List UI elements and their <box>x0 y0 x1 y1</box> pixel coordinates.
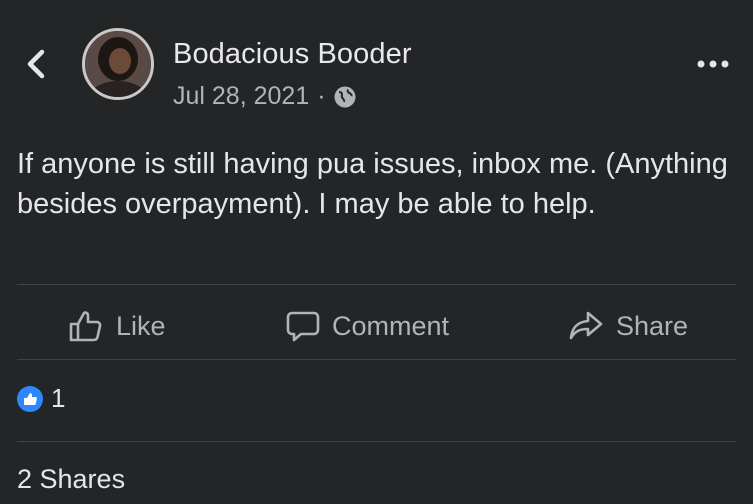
thumbs-up-icon <box>69 311 102 342</box>
meta-separator: · <box>317 82 326 110</box>
reaction-count: 1 <box>51 383 66 413</box>
author-name[interactable]: Bodacious Booder <box>173 38 412 71</box>
like-button[interactable]: Like <box>68 304 166 348</box>
divider-middle <box>17 359 736 360</box>
divider-bottom <box>17 441 736 442</box>
like-label: Like <box>116 310 166 341</box>
share-arrow-icon <box>569 311 603 340</box>
post-meta: Jul 28, 2021 · <box>173 82 357 111</box>
globe-icon <box>334 86 356 107</box>
share-button[interactable]: Share <box>568 304 688 348</box>
reaction-summary[interactable]: 1 <box>17 383 65 414</box>
thumbs-up-icon <box>24 392 37 405</box>
avatar[interactable] <box>82 28 154 100</box>
divider-top <box>17 284 736 285</box>
post-text: If anyone is still having pua issues, in… <box>17 148 728 220</box>
back-button[interactable] <box>22 44 50 84</box>
like-reaction-icon <box>17 385 43 412</box>
comment-label: Comment <box>332 310 450 341</box>
comment-icon <box>286 311 320 342</box>
share-label: Share <box>616 310 689 341</box>
post-date[interactable]: Jul 28, 2021 <box>173 82 309 111</box>
more-options-button[interactable] <box>695 54 731 74</box>
more-dots-icon <box>697 60 729 68</box>
comment-button[interactable]: Comment <box>286 304 449 348</box>
profile-photo <box>85 31 151 97</box>
chevron-left-icon <box>27 49 45 79</box>
shares-count[interactable]: 2 Shares <box>17 464 125 495</box>
